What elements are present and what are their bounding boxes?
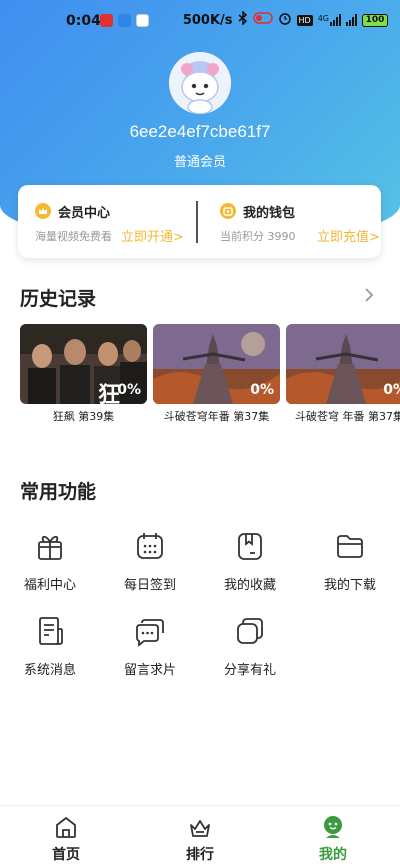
wallet-coin-icon — [220, 203, 236, 219]
func-label: 分享有礼 — [223, 663, 276, 678]
chevron-right-icon[interactable] — [362, 286, 376, 304]
history-item[interactable]: 0% 斗破苍穹年番 第37集 — [153, 324, 280, 424]
history-title: 历史记录 — [20, 288, 97, 310]
func-welfare-center[interactable]: 福利中心 — [0, 530, 100, 600]
poster-doupo: 0% — [153, 324, 280, 404]
nav-ranking[interactable]: 排行 — [160, 814, 240, 864]
signal-icon: 4G — [318, 14, 341, 26]
netease-music-icon — [100, 14, 113, 27]
func-label: 福利中心 — [23, 578, 76, 593]
functions-title: 常用功能 — [20, 481, 97, 503]
recharge-link[interactable]: 立即充值> — [317, 226, 380, 245]
crown-icon — [35, 203, 51, 219]
avatar-mascot-icon — [169, 52, 231, 114]
document-icon — [39, 617, 63, 645]
vip-card: 会员中心 海量视频免费看 立即开通> 我的钱包 当前积分 3990 立即充值> — [18, 185, 381, 258]
func-daily-checkin[interactable]: 每日签到 — [100, 530, 200, 600]
nav-label: 首页 — [52, 847, 80, 863]
history-item[interactable]: 0% 斗破苍穹 年番 第37集 — [286, 324, 400, 424]
func-label: 每日签到 — [123, 578, 176, 593]
gift-icon — [38, 535, 62, 560]
crown-rank-icon — [190, 820, 210, 837]
func-label: 系统消息 — [23, 663, 76, 678]
chat-bubble-icon — [136, 619, 164, 647]
share-cards-icon — [237, 618, 263, 644]
net-type: 4G — [317, 14, 329, 23]
vip-card-divider — [196, 201, 198, 243]
poster-kuangbiao: 狂 0% — [20, 324, 147, 404]
func-my-downloads[interactable]: 我的下载 — [300, 530, 400, 600]
nav-label: 排行 — [186, 847, 214, 863]
poster-doupo-2: 0% — [286, 324, 400, 404]
points-balance: 当前积分 3990 — [220, 230, 296, 243]
nav-label: 我的 — [319, 847, 347, 863]
open-vip-link[interactable]: 立即开通> — [121, 226, 184, 245]
membership-level: 普通会员 — [173, 155, 226, 170]
func-share-reward[interactable]: 分享有礼 — [200, 615, 300, 685]
history-item-title: 狂飙 第39集 — [52, 410, 115, 423]
func-request-movie[interactable]: 留言求片 — [100, 615, 200, 685]
battery-icon: 100 — [362, 13, 388, 27]
bottom-nav: 首页 排行 我的 — [0, 805, 400, 866]
avatar[interactable] — [169, 52, 231, 114]
history-item-title: 斗破苍穹 年番 第37集 — [295, 410, 400, 423]
history-list: 狂 0% 狂飙 第39集 0% 斗破苍穹年番 第37集 0 斗破苍穹 年番 第3… — [20, 324, 400, 444]
profile-icon — [324, 816, 342, 838]
vibrate-toggle-icon — [252, 12, 273, 28]
home-icon — [56, 816, 76, 838]
func-label: 我的下载 — [323, 578, 376, 593]
calendar-icon — [137, 533, 163, 559]
user-id: 6ee2e4ef7cbe61f7 — [129, 122, 271, 141]
func-label: 我的收藏 — [223, 578, 276, 593]
bookmark-icon — [238, 533, 262, 560]
telegram-icon — [118, 14, 131, 27]
alarm-icon — [278, 11, 292, 29]
signal-icon-2 — [346, 14, 357, 26]
status-time: 0:04 — [66, 13, 101, 29]
progress-percent: 0% — [117, 382, 141, 398]
history-item[interactable]: 狂 0% 狂飙 第39集 — [20, 324, 147, 424]
hd-icon: HD — [296, 14, 313, 26]
history-item-title: 斗破苍穹年番 第37集 — [163, 410, 270, 423]
status-bar: 0:04 500K/s HD 4G 100 — [0, 0, 400, 44]
vip-center-subtitle: 海量视频免费看 — [35, 230, 112, 243]
func-system-messages[interactable]: 系统消息 — [0, 615, 100, 685]
func-my-favorites[interactable]: 我的收藏 — [200, 530, 300, 600]
progress-percent: 0% — [383, 382, 400, 398]
wallet-title: 我的钱包 — [243, 206, 296, 221]
nav-home[interactable]: 首页 — [26, 814, 106, 864]
nav-mine[interactable]: 我的 — [293, 814, 373, 864]
drive-icon — [136, 14, 149, 27]
bluetooth-icon — [238, 10, 248, 29]
func-label: 留言求片 — [123, 663, 176, 678]
progress-percent: 0% — [250, 382, 274, 398]
vip-center-panel[interactable]: 会员中心 海量视频免费看 立即开通> — [18, 185, 198, 258]
vip-center-title: 会员中心 — [58, 206, 111, 221]
wallet-panel[interactable]: 我的钱包 当前积分 3990 立即充值> — [201, 185, 381, 258]
folder-icon — [337, 535, 363, 558]
net-speed: 500K/s — [182, 12, 233, 28]
status-indicators: 500K/s HD 4G 100 — [182, 10, 388, 29]
